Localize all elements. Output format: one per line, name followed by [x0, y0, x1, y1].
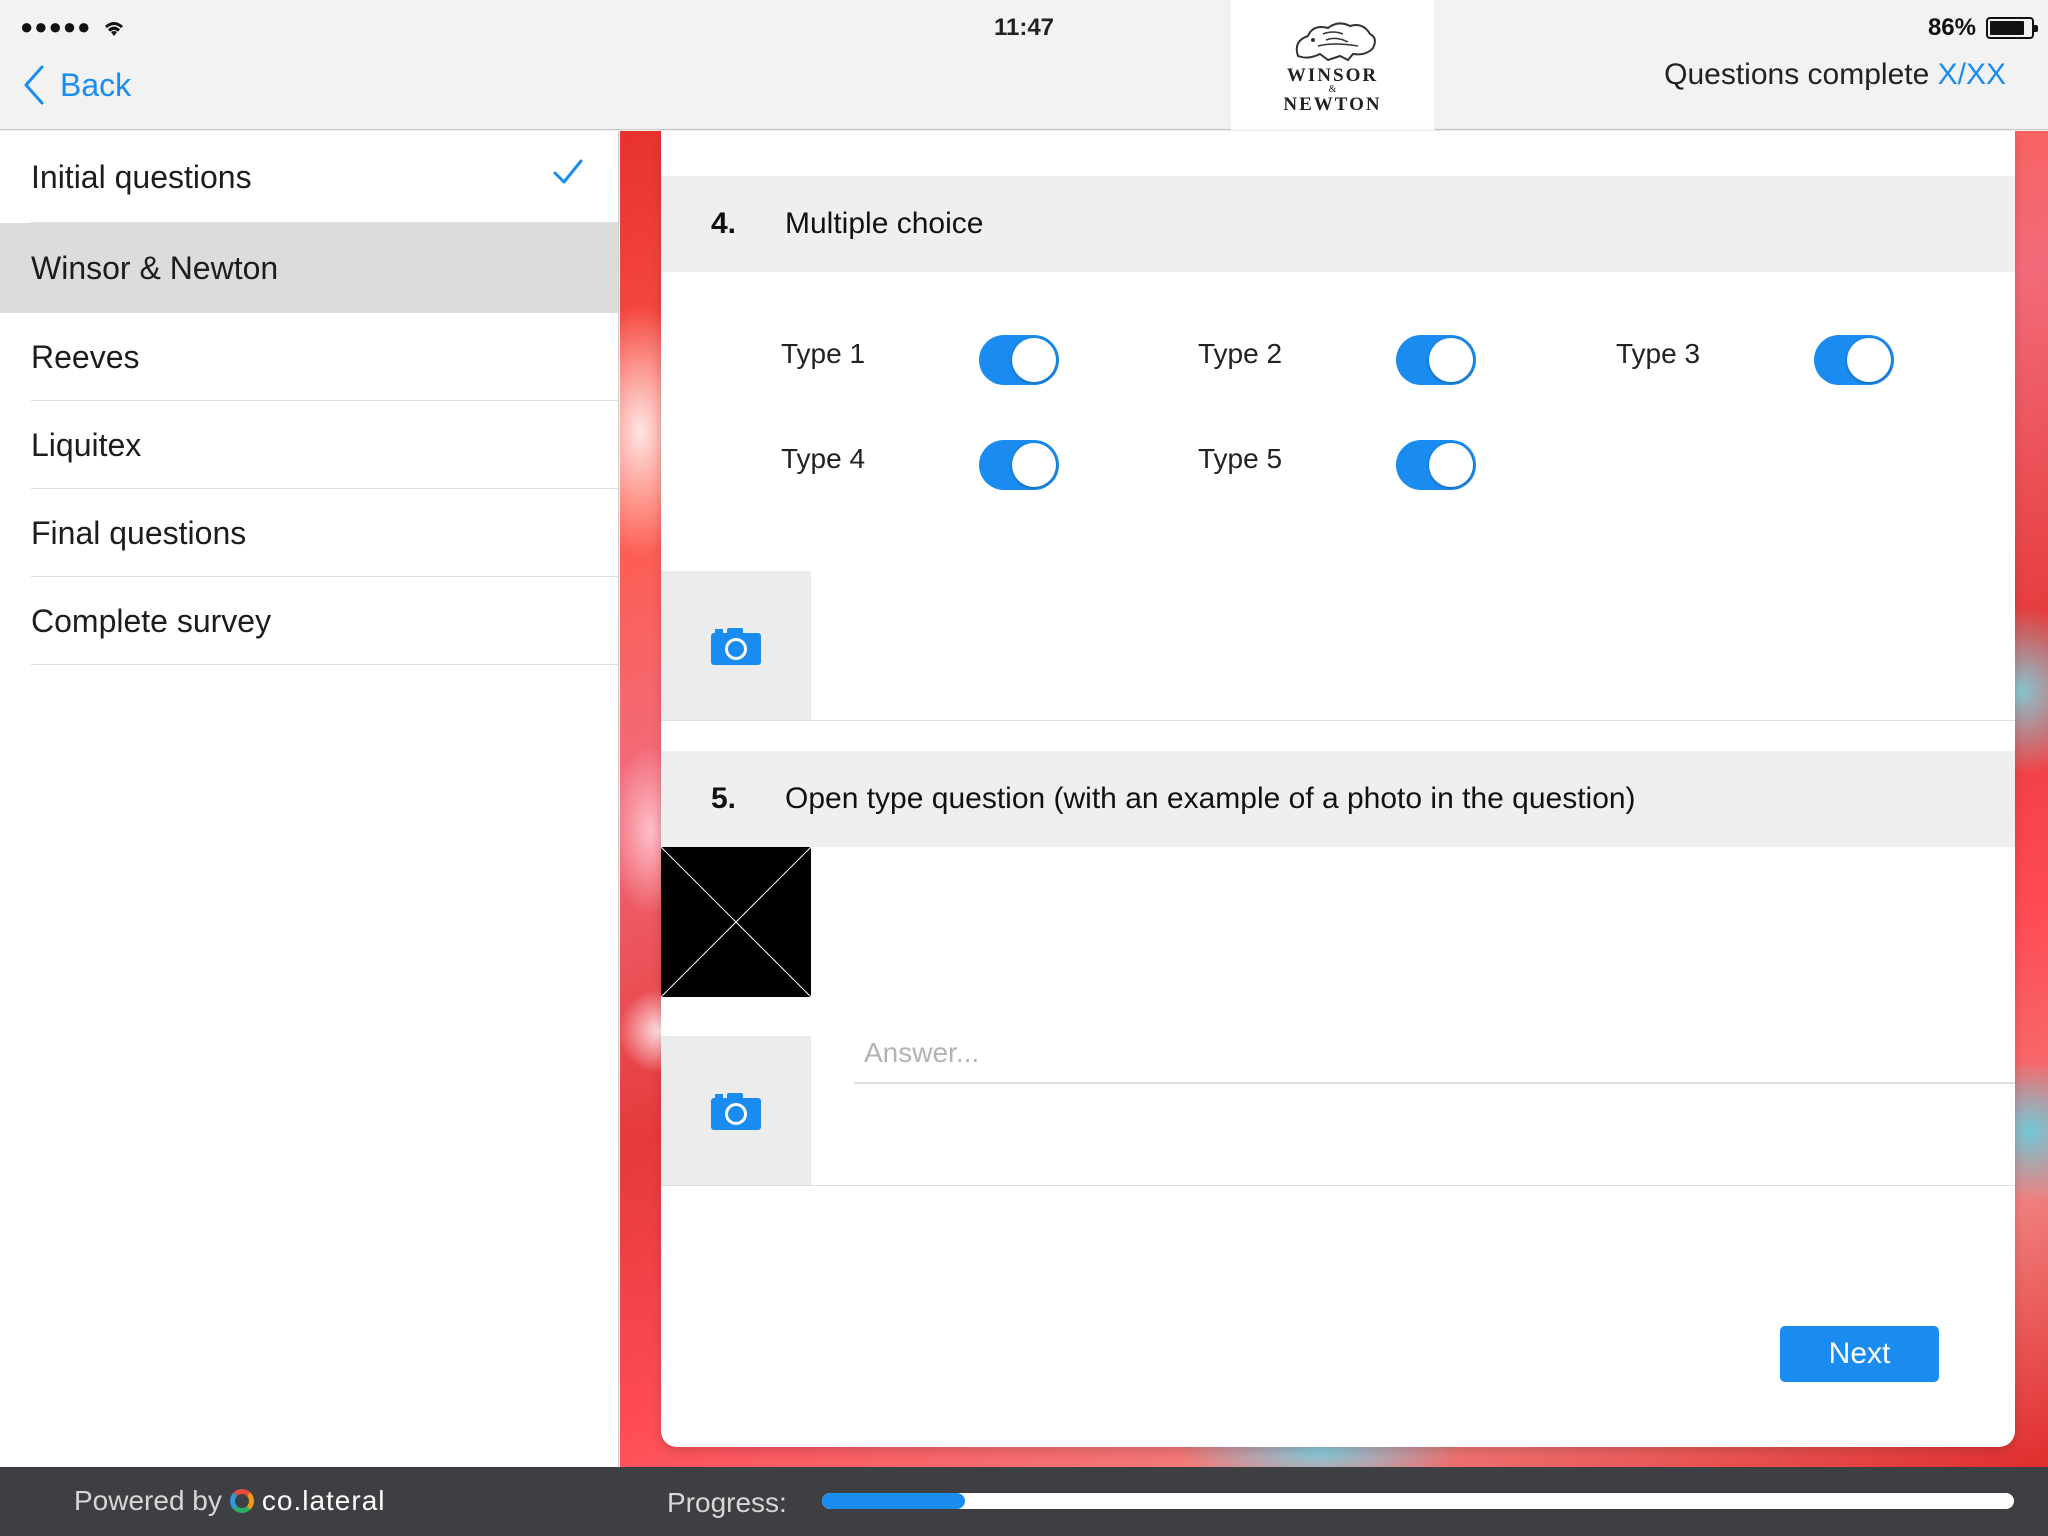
question-card: 4. Multiple choice Type 1 Type 2 Type 3 …	[661, 131, 2015, 1447]
questions-complete-indicator: Questions complete X/XX	[1664, 58, 2006, 92]
option-label-type-4: Type 4	[781, 443, 866, 474]
questions-complete-label: Questions complete	[1664, 58, 1930, 91]
powered-by: Powered by co.lateral	[74, 1485, 386, 1517]
question-title: Multiple choice	[785, 207, 984, 240]
bottom-bar: Powered by co.lateral Progress:	[0, 1467, 2048, 1536]
sidebar-item-label: Liquitex	[31, 426, 142, 463]
sidebar-item-reeves[interactable]: Reeves	[0, 313, 618, 401]
question-number: 5.	[711, 782, 737, 815]
brand-line-2: NEWTON	[1283, 94, 1382, 115]
battery-status: 86%	[1927, 14, 2038, 42]
add-photo-button-q5[interactable]	[661, 1036, 811, 1186]
powered-by-brand: co.lateral	[261, 1485, 386, 1516]
brand-line-1: WINSOR	[1286, 65, 1379, 86]
question-number: 4.	[711, 207, 737, 240]
camera-icon	[711, 628, 761, 665]
powered-by-label: Powered by	[74, 1485, 222, 1516]
question-image-placeholder	[661, 847, 811, 997]
sidebar-item-complete-survey[interactable]: Complete survey	[0, 577, 618, 665]
option-label-type-2: Type 2	[1198, 338, 1283, 369]
sidebar-item-winsor-newton[interactable]: Winsor & Newton	[0, 223, 618, 313]
toggle-type-5[interactable]	[1396, 440, 1476, 490]
battery-percent: 86%	[1927, 14, 1976, 41]
top-bar: ●●●●● 11:47 86% Back WINSOR & NEWTON Que…	[0, 0, 2048, 130]
sidebar-item-label: Final questions	[31, 514, 247, 551]
questions-complete-count: X/XX	[1937, 58, 2006, 91]
progress-bar-fill	[822, 1493, 966, 1509]
progress-label: Progress:	[667, 1487, 787, 1518]
image-placeholder-icon	[661, 847, 811, 997]
add-photo-button-q4[interactable]	[661, 571, 811, 721]
battery-icon	[1986, 17, 2038, 39]
section-sidebar: Initial questions Winsor & Newton Reeves…	[0, 131, 619, 1467]
back-label: Back	[60, 66, 132, 103]
sidebar-item-label: Complete survey	[31, 602, 272, 639]
toggle-knob	[1429, 338, 1473, 382]
toggle-knob	[1012, 338, 1056, 382]
chevron-left-icon	[24, 65, 44, 105]
question-4-header: 4. Multiple choice	[661, 176, 2015, 272]
question-5-header: 5. Open type question (with an example o…	[661, 751, 2015, 847]
colateral-logo-icon	[229, 1489, 254, 1513]
status-time: 11:47	[993, 14, 1055, 41]
toggle-type-2[interactable]	[1396, 335, 1476, 385]
sidebar-item-label: Initial questions	[31, 158, 252, 195]
back-button[interactable]: Back	[22, 64, 131, 106]
divider	[31, 664, 618, 665]
battery-tip	[2034, 25, 2038, 32]
griffin-logo-icon	[1295, 22, 1376, 62]
option-label-type-5: Type 5	[1198, 443, 1283, 474]
sidebar-item-label: Winsor & Newton	[31, 249, 279, 286]
question-title: Open type question (with an example of a…	[785, 782, 1636, 815]
toggle-type-1[interactable]	[979, 335, 1059, 385]
answer-input[interactable]	[854, 1024, 2015, 1084]
sidebar-item-final-questions[interactable]: Final questions	[0, 489, 618, 577]
option-label-type-1: Type 1	[781, 338, 866, 369]
progress-bar	[822, 1493, 2014, 1509]
divider	[661, 720, 2015, 721]
sidebar-item-label: Reeves	[31, 338, 140, 375]
camera-icon	[711, 1093, 761, 1130]
toggle-knob	[1429, 443, 1473, 487]
next-button[interactable]: Next	[1780, 1326, 1939, 1382]
toggle-type-4[interactable]	[979, 440, 1059, 490]
brand-logo: WINSOR & NEWTON	[1231, 0, 1434, 130]
sidebar-item-initial-questions[interactable]: Initial questions	[0, 131, 618, 223]
sidebar-item-liquitex[interactable]: Liquitex	[0, 401, 618, 489]
toggle-knob	[1012, 443, 1056, 487]
toggle-knob	[1847, 338, 1891, 382]
battery-level-fill	[1990, 21, 2024, 35]
toggle-type-3[interactable]	[1814, 335, 1894, 385]
divider	[661, 1185, 2015, 1186]
option-label-type-3: Type 3	[1616, 338, 1701, 369]
checkmark-icon	[553, 159, 583, 184]
